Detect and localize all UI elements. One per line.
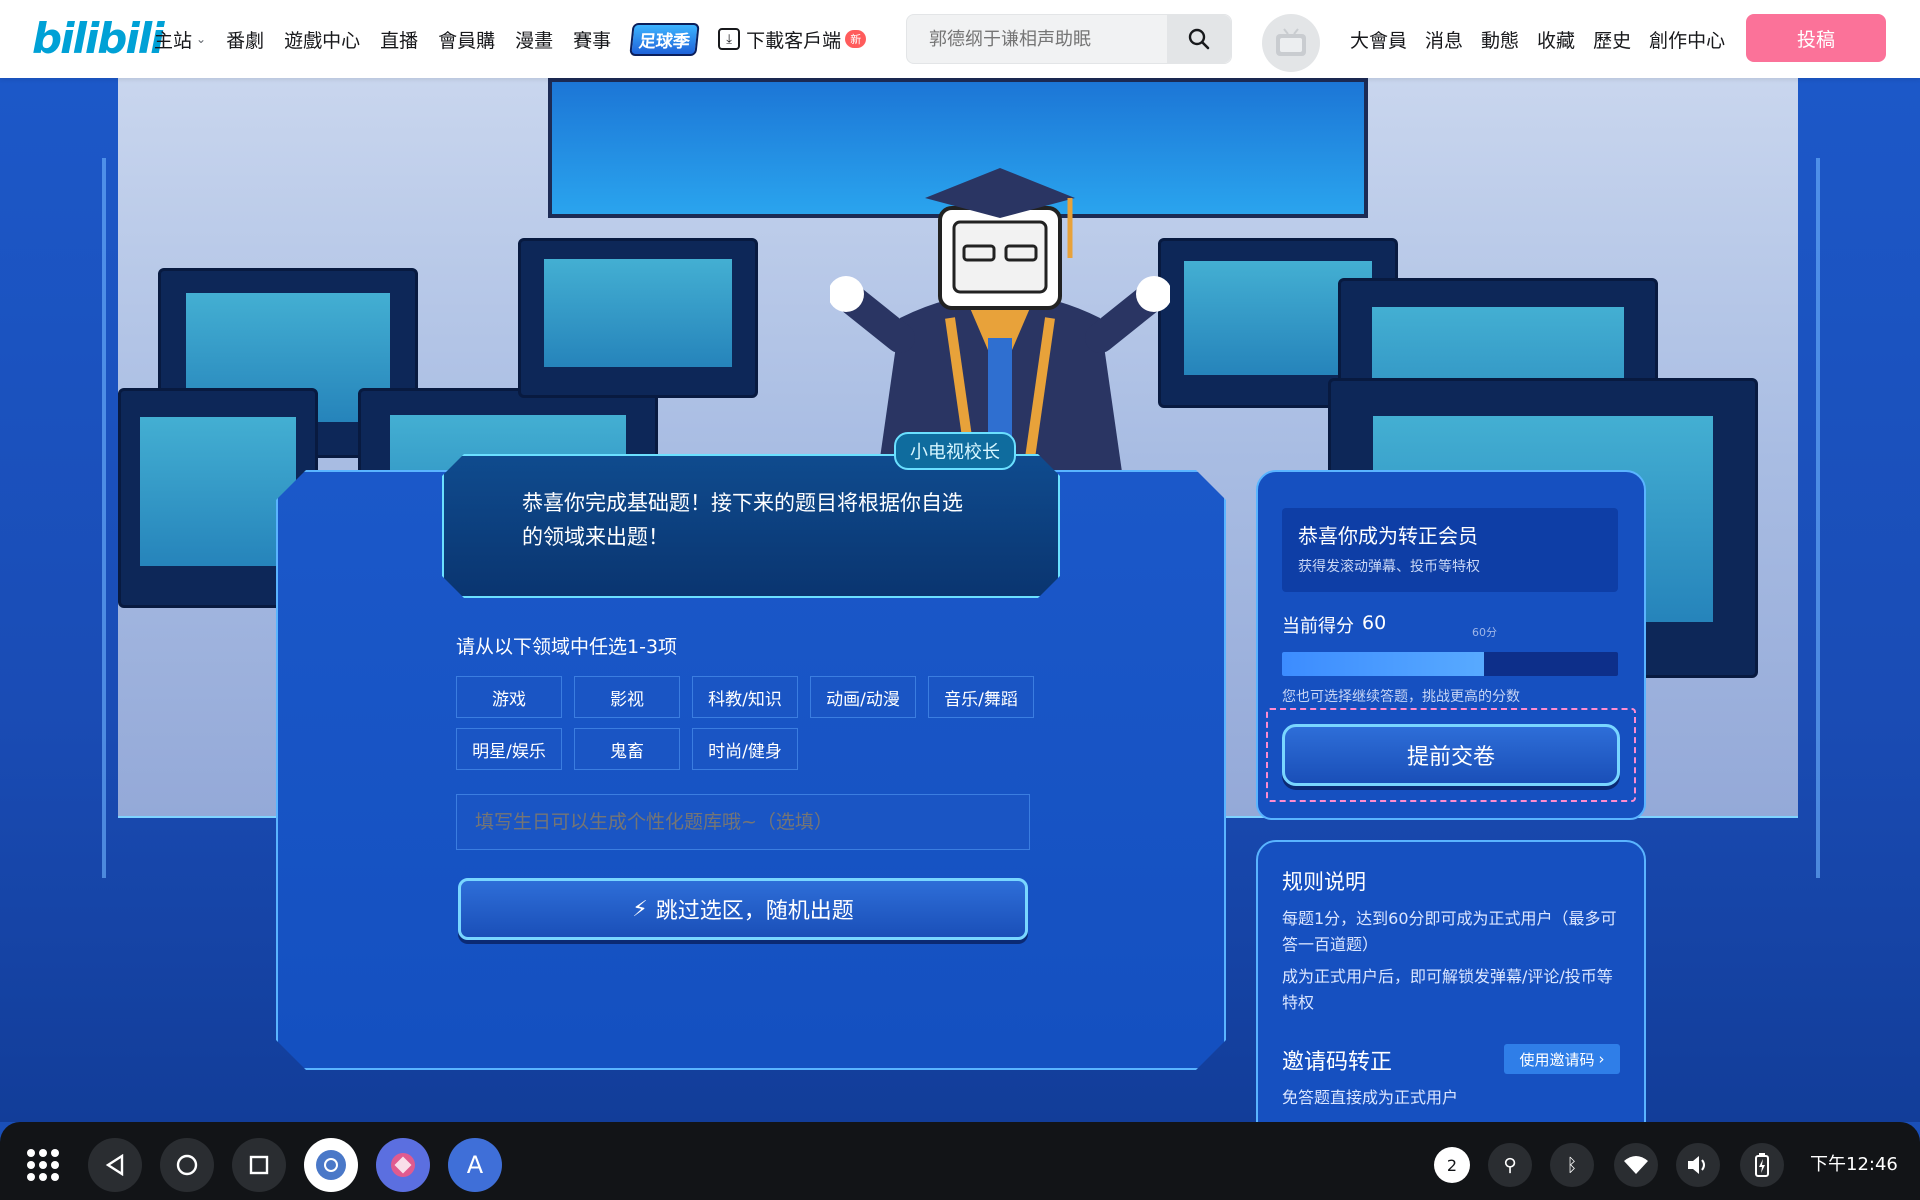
domain-tag-list: 游戏 影视 科教/知识 动画/动漫 音乐/舞蹈 明星/娱乐 鬼畜 时尚/健身 xyxy=(456,676,1046,770)
score-label: 当前得分 xyxy=(1282,616,1354,637)
download-label: 下載客戶端 xyxy=(746,29,842,52)
app-a-icon[interactable]: A xyxy=(448,1138,502,1192)
volume-button[interactable] xyxy=(1676,1143,1720,1187)
use-invite-code-button[interactable]: 使用邀请码 › xyxy=(1504,1044,1620,1074)
nav-home-label: 主站 xyxy=(154,29,193,52)
domain-tag-kichiku[interactable]: 鬼畜 xyxy=(574,728,680,770)
nav-favorites[interactable]: 收藏 xyxy=(1537,26,1575,53)
nav-history[interactable]: 歷史 xyxy=(1593,26,1631,53)
search-bar xyxy=(906,14,1232,64)
battery-button[interactable] xyxy=(1740,1143,1784,1187)
avatar[interactable] xyxy=(1262,14,1320,72)
skip-selection-button[interactable]: ⚡ 跳过选区，随机出题 xyxy=(458,878,1028,940)
search-button[interactable] xyxy=(1167,15,1231,63)
search-icon xyxy=(1188,28,1210,50)
user-nav: 大會員 消息 動態 收藏 歷史 創作中心 xyxy=(1350,0,1743,78)
main-nav: 主站 ⌄ 番劇 遊戲中心 直播 會員購 漫畫 賽事 足球季 ⤓ 下載客戶端 新 xyxy=(154,0,886,78)
pass-mark-label: 60分 xyxy=(1472,626,1497,639)
grid-dots-icon xyxy=(27,1149,59,1181)
bilibili-logo[interactable]: bilibili xyxy=(32,14,165,63)
member-subtitle: 获得发滚动弹幕、投币等特权 xyxy=(1298,559,1480,575)
recents-button[interactable] xyxy=(232,1138,286,1192)
lightning-icon: ⚡ xyxy=(632,896,648,922)
top-nav-bar: bilibili 主站 ⌄ 番劇 遊戲中心 直播 會員購 漫畫 賽事 足球季 ⤓… xyxy=(0,0,1920,78)
frame-line-right xyxy=(1816,158,1820,878)
domain-tag-science[interactable]: 科教/知识 xyxy=(692,676,798,718)
chevron-right-icon: › xyxy=(1598,1050,1605,1068)
download-icon: ⤓ xyxy=(718,28,741,50)
submit-early-button[interactable]: 提前交卷 xyxy=(1282,724,1620,786)
nav-creator-center[interactable]: 創作中心 xyxy=(1649,26,1725,53)
battery-charging-icon xyxy=(1755,1153,1769,1177)
nav-manga[interactable]: 漫畫 xyxy=(515,26,553,53)
chrome-app-icon[interactable] xyxy=(304,1138,358,1192)
member-title: 恭喜你成为转正会员 xyxy=(1298,524,1478,548)
app-launcher-button[interactable] xyxy=(16,1138,70,1192)
birthday-input[interactable] xyxy=(456,794,1030,850)
rules-paragraph: 每题1分，达到60分即可成为正式用户（最多可答一百道题） xyxy=(1282,909,1617,954)
back-triangle-icon xyxy=(105,1154,124,1176)
choose-domain-label: 请从以下领域中任选1-3项 xyxy=(456,636,678,658)
domain-tag-fashion-fitness[interactable]: 时尚/健身 xyxy=(692,728,798,770)
download-client-link[interactable]: ⤓ 下載客戶端 新 xyxy=(718,26,867,53)
score-value: 60 xyxy=(1362,612,1387,634)
domain-tag-music-dance[interactable]: 音乐/舞蹈 xyxy=(928,676,1034,718)
notification-count-badge[interactable]: 2 xyxy=(1434,1147,1470,1183)
frame-line-left xyxy=(102,158,106,878)
game-app-glyph-icon xyxy=(391,1153,415,1177)
nav-mall[interactable]: 會員購 xyxy=(438,26,495,53)
nav-messages[interactable]: 消息 xyxy=(1425,26,1463,53)
speech-text: 恭喜你完成基础题！接下来的题目将根据你自选的领域来出题！ xyxy=(522,491,963,549)
domain-tag-celebrity[interactable]: 明星/娱乐 xyxy=(456,728,562,770)
upload-button[interactable]: 投稿 xyxy=(1746,14,1886,62)
back-button[interactable] xyxy=(88,1138,142,1192)
new-badge: 新 xyxy=(845,30,867,48)
nav-vip[interactable]: 大會員 xyxy=(1350,26,1407,53)
tv-mascot-icon xyxy=(1276,28,1306,56)
continue-tip: 您也可选择继续答题，挑战更高的分数 xyxy=(1282,689,1520,705)
chrome-icon xyxy=(316,1150,346,1180)
score-progress-fill xyxy=(1282,652,1484,676)
invite-code-title: 邀请码转正 xyxy=(1282,1050,1393,1075)
domain-tag-film[interactable]: 影视 xyxy=(574,676,680,718)
domain-tag-anime[interactable]: 动画/动漫 xyxy=(810,676,916,718)
pin-icon: ⚲ xyxy=(1503,1154,1517,1176)
nav-dynamics[interactable]: 動態 xyxy=(1481,26,1519,53)
football-season-badge[interactable]: 足球季 xyxy=(629,22,700,56)
nav-anime[interactable]: 番劇 xyxy=(226,26,264,53)
wifi-icon xyxy=(1624,1156,1648,1174)
bluetooth-button[interactable]: ᛒ xyxy=(1550,1143,1594,1187)
home-circle-icon xyxy=(176,1154,198,1176)
pin-button[interactable]: ⚲ xyxy=(1488,1143,1532,1187)
nav-live[interactable]: 直播 xyxy=(380,26,418,53)
search-input[interactable] xyxy=(907,15,1167,63)
system-clock: 下午12:46 xyxy=(1810,1154,1898,1175)
game-app-icon[interactable] xyxy=(376,1138,430,1192)
chevron-down-icon: ⌄ xyxy=(196,32,207,46)
nav-esports[interactable]: 賽事 xyxy=(573,26,611,53)
bluetooth-icon: ᛒ xyxy=(1566,1154,1578,1176)
use-invite-code-label: 使用邀请码 xyxy=(1519,1050,1595,1069)
domain-tag-games[interactable]: 游戏 xyxy=(456,676,562,718)
nav-home[interactable]: 主站 ⌄ xyxy=(154,26,206,53)
wifi-button[interactable] xyxy=(1614,1143,1658,1187)
principal-name-tag: 小电视校长 xyxy=(894,432,1016,470)
home-button[interactable] xyxy=(160,1138,214,1192)
desk-monitor xyxy=(518,238,758,398)
volume-icon xyxy=(1688,1156,1705,1174)
recents-square-icon xyxy=(249,1155,269,1175)
score-progress-bar xyxy=(1282,652,1618,676)
skip-selection-label: 跳过选区，随机出题 xyxy=(655,899,854,924)
nav-game-center[interactable]: 遊戲中心 xyxy=(284,26,360,53)
invite-code-subtitle: 免答题直接成为正式用户 xyxy=(1282,1088,1459,1107)
rules-paragraph: 成为正式用户后，即可解锁发弹幕/评论/投币等特权 xyxy=(1282,967,1613,1012)
rules-title: 规则说明 xyxy=(1282,870,1366,894)
